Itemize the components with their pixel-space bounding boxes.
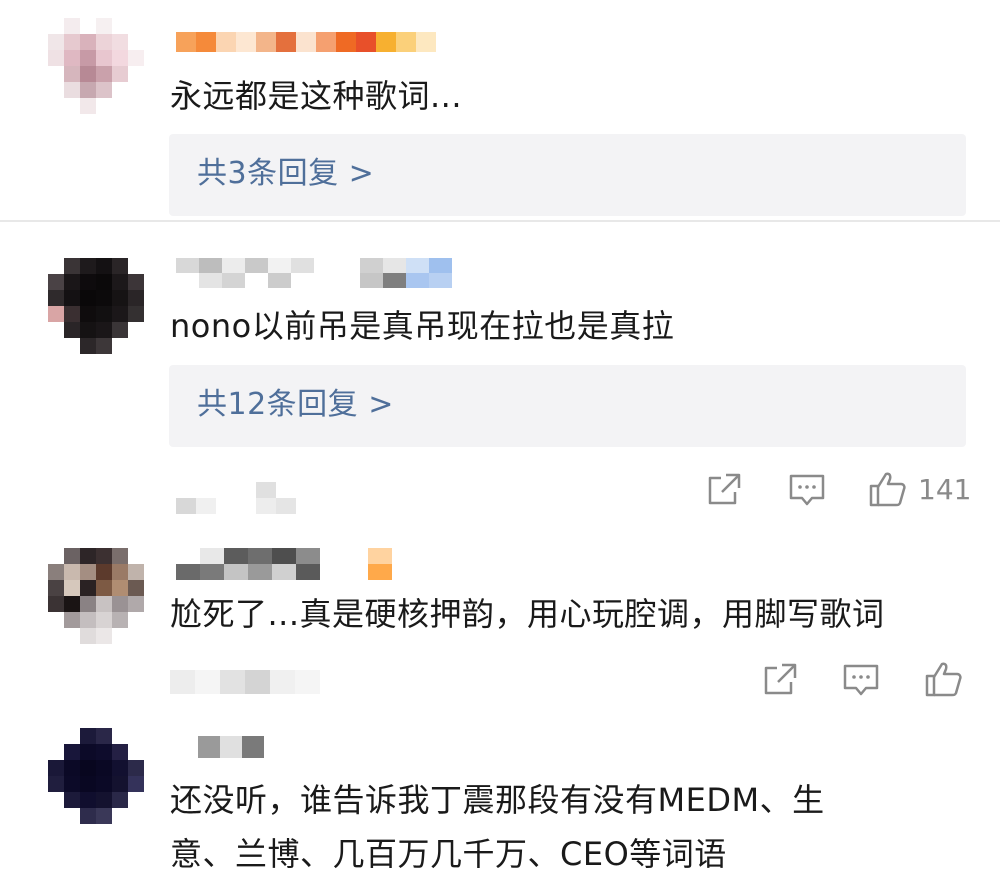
username[interactable] — [176, 32, 436, 52]
share-icon[interactable] — [706, 472, 742, 506]
comment-text: nono以前吊是真吊现在拉也是真拉 — [170, 307, 675, 345]
avatar[interactable] — [48, 258, 144, 354]
comment-text: 永远都是这种歌词... — [170, 77, 463, 115]
comment-text: 尬死了...真是硬核押韵，用心玩腔调，用脚写歌词 — [170, 595, 885, 633]
thumbs-up-icon[interactable] — [924, 660, 964, 698]
comment-icon[interactable] — [842, 662, 880, 698]
comment-icon[interactable] — [788, 472, 826, 508]
username[interactable] — [176, 258, 452, 288]
comment-text-line-2: 意、兰博、几百万几千万、CEO等词语 — [170, 835, 727, 873]
username[interactable] — [176, 736, 264, 758]
thumbs-up-icon[interactable] — [868, 470, 908, 508]
like-count: 141 — [918, 473, 972, 506]
avatar[interactable] — [48, 18, 144, 114]
reply-box[interactable]: 共3条回复 > — [169, 134, 966, 216]
view-replies-link[interactable]: 共12条回复 > — [197, 385, 394, 425]
view-replies-link[interactable]: 共3条回复 > — [197, 154, 374, 194]
timestamp — [170, 670, 320, 694]
comment-text-line-1: 还没听，谁告诉我丁震那段有没有MEDM、生 — [170, 781, 825, 819]
timestamp — [176, 482, 296, 514]
reply-box[interactable]: 共12条回复 > — [169, 365, 966, 447]
avatar[interactable] — [48, 548, 144, 644]
username[interactable] — [176, 548, 392, 580]
share-icon[interactable] — [762, 662, 798, 696]
avatar[interactable] — [48, 728, 144, 824]
divider — [0, 220, 1000, 222]
